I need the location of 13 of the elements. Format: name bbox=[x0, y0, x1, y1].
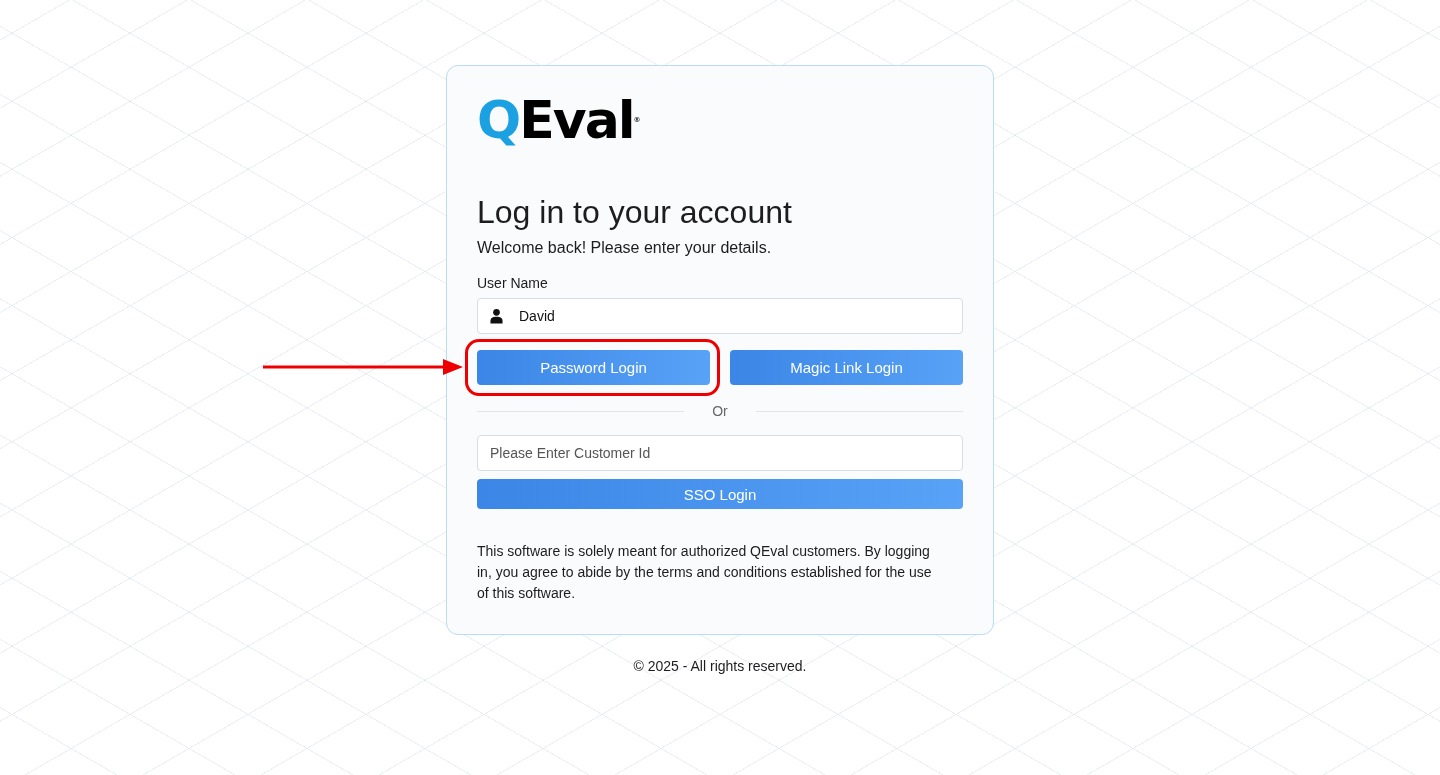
person-icon bbox=[490, 308, 503, 324]
sso-login-button[interactable]: SSO Login bbox=[477, 479, 963, 509]
welcome-text: Welcome back! Please enter your details. bbox=[477, 239, 773, 257]
disclaimer-text: This software is solely meant for authorized QEval customers. By logging in, you agree to abide by the terms and conditions established for the use of this software. bbox=[477, 542, 933, 603]
logo: QEval$^{®}$ bbox=[477, 94, 641, 146]
username-field[interactable]: David bbox=[477, 298, 963, 334]
field-label: User Name bbox=[477, 275, 548, 291]
divider-text: Or bbox=[711, 403, 729, 419]
copyright-text: © 2025 - All rights reserved. bbox=[633, 658, 807, 674]
login-button[interactable]: Magic Link Login bbox=[730, 350, 963, 385]
customer-id-field[interactable]: Please Enter Customer Id bbox=[477, 435, 963, 471]
page-heading: Log in to your account bbox=[477, 194, 793, 231]
login-button[interactable]: Password Login bbox=[477, 350, 710, 385]
